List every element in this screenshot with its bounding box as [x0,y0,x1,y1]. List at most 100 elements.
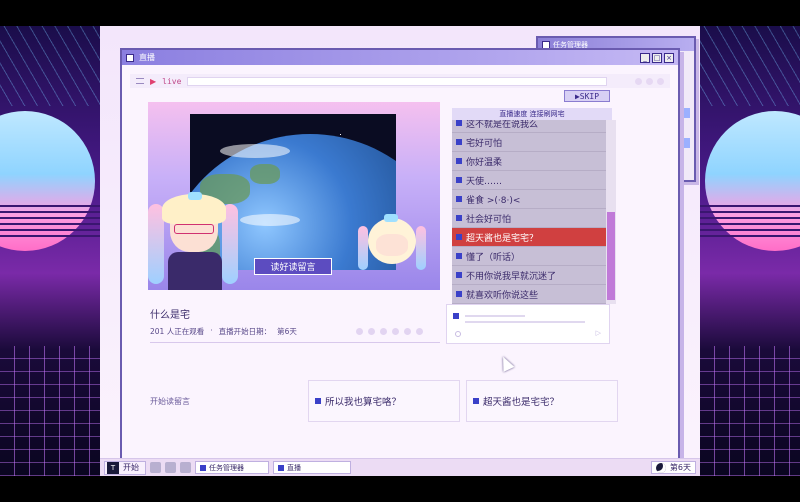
start-label: 开始 [123,463,139,472]
background-left-vaporwave [0,26,100,476]
stream-video: 读好读留言 [148,102,440,290]
window-controls-dots [635,77,664,85]
window-app-icon [200,464,206,471]
chat-message-text: 宅好可怕 [466,138,503,149]
background-grid-floor [700,346,800,476]
start-logo-icon: T [107,461,119,474]
play-icon: ▶ [150,76,157,86]
chat-message: 懂了（听话） [452,247,606,266]
taskbar: T 开始 任务管理器 直播 第6天 [100,458,700,476]
bullet-icon [456,177,462,183]
bullet-icon [315,398,321,404]
chat-message: 超天酱也是宅宅？ [452,228,606,247]
choice-label: 所以我也算宅咯？ [325,397,402,408]
menu-icon[interactable] [136,78,144,84]
chat-message: 社会好可怕 [452,209,606,228]
bullet-icon [456,253,462,259]
background-grid-lines [0,26,100,106]
live-label: live [162,76,182,86]
choice-option-2[interactable]: 超天酱也是宅宅？ [466,380,618,422]
start-date-label: 直播开始日期： [218,327,272,336]
chat-list: 这不就是在说我么 宅好可怕你好温柔天使…… 雀食 >(·8·)< 社会好可怕超天酱也是… [452,120,606,304]
bullet-icon [456,234,462,240]
bullet-icon [456,215,462,221]
bullet-icon [456,120,462,126]
streamer-character [148,192,248,290]
skip-button[interactable]: ▶ SKIP [564,90,610,102]
chat-message-text: 不用你说我早就沉迷了 [466,271,557,282]
folder-icon[interactable] [180,462,191,473]
chat-message: 你好温柔 [452,152,606,171]
stream-window-title: 直播 [139,53,155,62]
maximize-button[interactable]: □ [652,52,662,63]
task-manager-bar [680,138,690,148]
chat-message-text: 这不就是在说我么 [466,120,539,130]
task-manager-bar [680,108,690,118]
chat-scrollbar[interactable] [606,120,616,304]
chibi-character [358,212,428,272]
bullet-icon [453,313,459,319]
hair-bow-icon [188,192,202,200]
task-label: 直播 [287,463,301,472]
send-icon[interactable]: ▷ [596,329,601,337]
stream-title: 什么是宅 [150,310,190,321]
bullet-icon [456,291,462,297]
viewer-count: 201 人正在观看 [150,327,205,336]
chat-message: 雀食 >(·8·)< [452,190,606,209]
moon-icon [655,462,666,473]
taskbar-task-manager[interactable]: 任务管理器 [195,461,269,474]
bullet-icon [456,272,462,278]
bullet-icon [456,139,462,145]
url-field[interactable] [187,76,608,86]
stream-window-titlebar[interactable]: 直播 _ □ × [122,50,678,65]
choice-option-1[interactable]: 所以我也算宅咯？ [308,380,460,422]
background-sun-stripes [700,201,800,241]
glasses-icon [174,224,214,234]
chat-message-text: 雀食 >(·8·)< [466,195,521,206]
desktop: 任务管理器 直播 _ □ × ▶ live 读好读留言 什么是宅 201 人正在… [100,26,700,476]
hair-bow-icon [384,214,398,222]
background-sun-stripes [0,201,100,241]
bullet-icon [456,158,462,164]
stream-meta: 201 人正在观看 · 直播开始日期： 第6天 [150,326,297,337]
emoji-icon[interactable] [455,331,461,337]
close-button[interactable]: × [664,52,674,63]
divider [150,342,440,343]
background-grid-lines [700,26,800,106]
start-button[interactable]: T 开始 [104,460,146,475]
window-app-icon [278,464,284,471]
chat-input-panel[interactable]: ▷ [446,304,610,344]
chat-message-text: 社会好可怕 [466,214,512,225]
twitter-icon[interactable] [150,462,161,473]
start-reading-label: 开始读留言 [150,397,190,406]
bullet-icon [456,196,462,202]
chat-message: 不用你说我早就沉迷了 [452,266,606,285]
chat-message-text: 你好温柔 [466,157,503,168]
choice-label: 超天酱也是宅宅？ [483,397,560,408]
chat-message-text: 天使…… [466,176,503,187]
chat-message: 天使…… [452,171,606,190]
chat-message-text: 就喜欢听你说这些 [466,290,539,301]
stream-window: 直播 _ □ × ▶ live 读好读留言 什么是宅 201 人正在观看 · 直… [120,48,680,468]
taskbar-stream[interactable]: 直播 [273,461,351,474]
chat-message-text: 超天酱也是宅宅？ [466,233,539,244]
system-tray: 第6天 [650,461,696,474]
chat-panel: 这不就是在说我么 宅好可怕你好温柔天使…… 雀食 >(·8·)< 社会好可怕超天酱也是… [452,120,616,304]
chat-message: 宅好可怕 [452,133,606,152]
read-comments-button[interactable]: 读好读留言 [254,258,332,275]
tray-day: 第6天 [669,463,691,472]
letterbox-top [0,0,800,26]
chat-app-icon[interactable] [165,462,176,473]
chat-scrollbar-thumb[interactable] [607,212,615,300]
minimize-button[interactable]: _ [640,52,650,63]
stream-day: 第6天 [277,327,297,336]
stream-action-dots [356,328,423,335]
mouse-cursor-icon [497,354,515,372]
bullet-icon [473,398,479,404]
window-app-icon [126,53,134,62]
task-label: 任务管理器 [209,463,244,472]
background-grid-floor [0,346,100,476]
chat-header: 直播速度 连接刷网宅 [452,108,612,120]
chat-message: 这不就是在说我么 [452,120,606,133]
background-right-vaporwave [700,26,800,476]
